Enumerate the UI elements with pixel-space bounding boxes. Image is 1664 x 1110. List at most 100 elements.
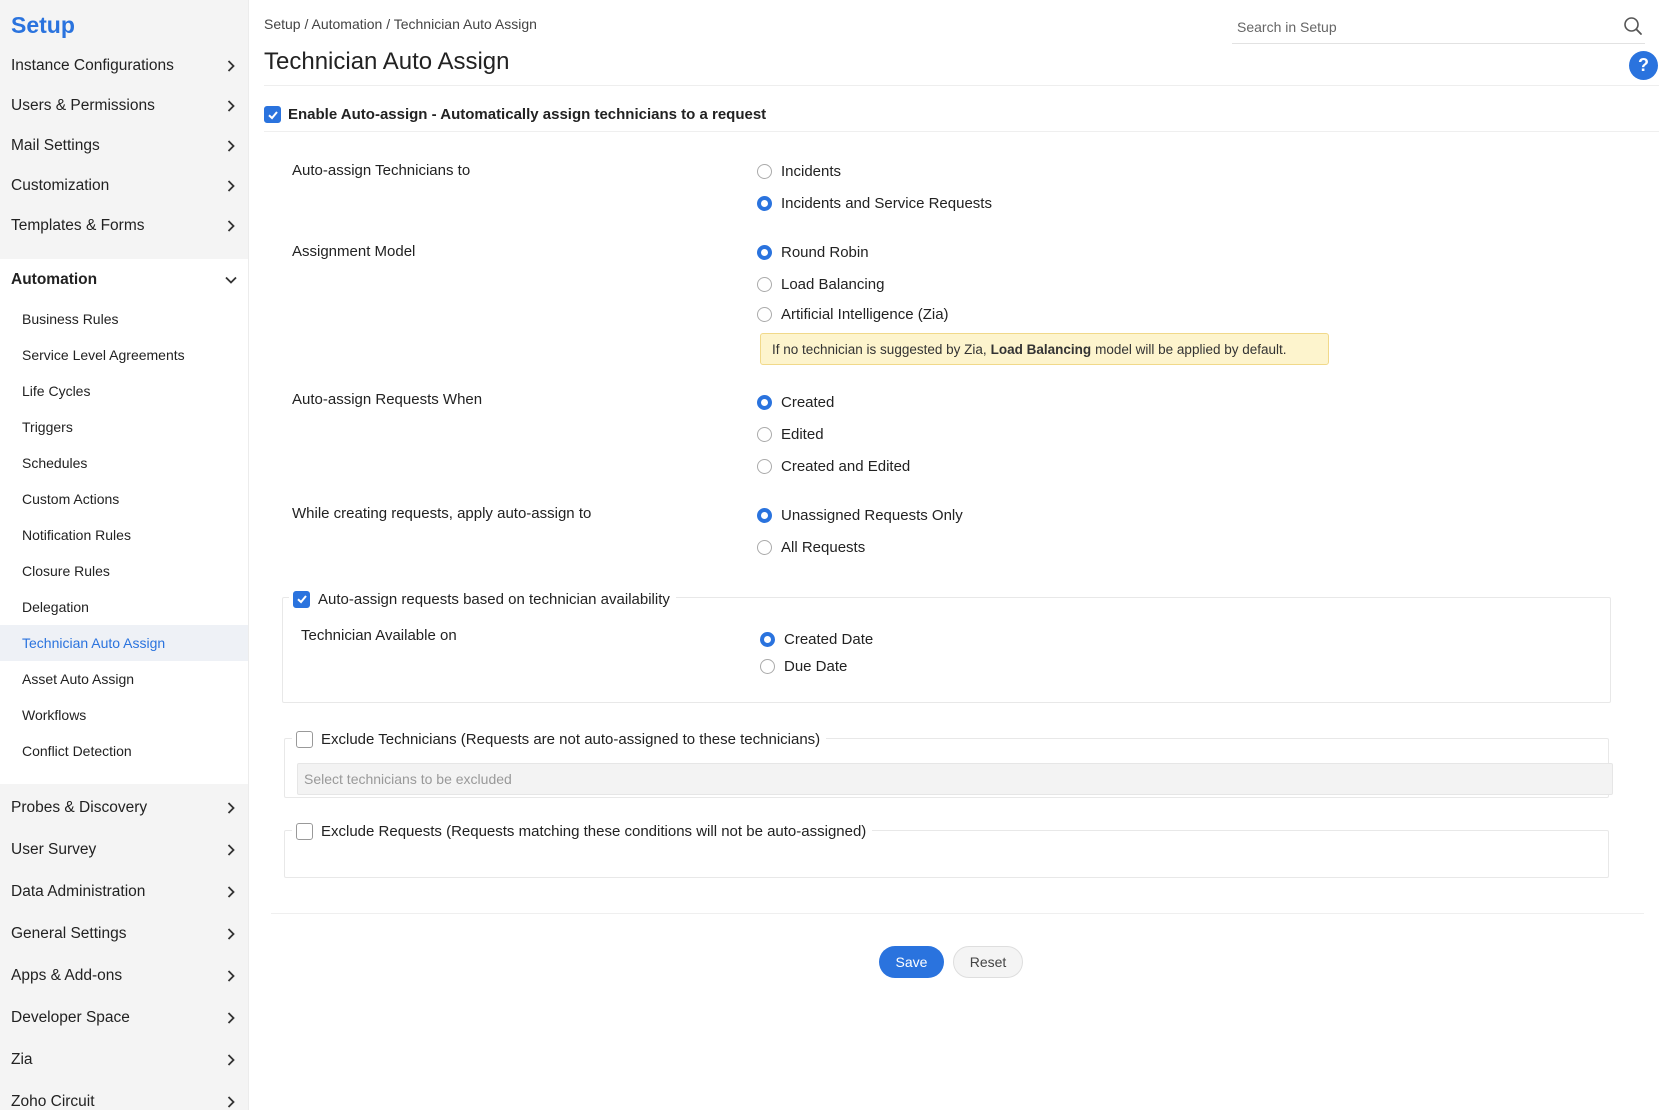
radio-button xyxy=(757,539,772,555)
sidebar-item-templates-forms[interactable]: Templates & Forms xyxy=(0,205,248,247)
chevron-right-icon xyxy=(223,829,239,871)
sidebar-subitem-service-level-agreements[interactable]: Service Level Agreements xyxy=(0,337,248,373)
main-content: Setup / Automation / Technician Auto Ass… xyxy=(249,0,1664,1110)
exclude-technicians-legend: Exclude Technicians (Requests are not au… xyxy=(292,727,827,751)
sidebar-subitem-delegation[interactable]: Delegation xyxy=(0,589,248,625)
sidebar-item-label: Developer Space xyxy=(11,1009,130,1026)
sidebar-item-instance-configurations[interactable]: Instance Configurations xyxy=(0,45,248,87)
sidebar-item-label: Zoho Circuit xyxy=(11,1093,95,1110)
radio-artificial-intelligence-zia[interactable]: Artificial Intelligence (Zia) xyxy=(757,302,949,326)
chevron-right-icon xyxy=(223,125,239,167)
chevron-right-icon xyxy=(223,165,239,207)
sidebar-subitem-conflict-detection[interactable]: Conflict Detection xyxy=(0,733,248,769)
check-icon xyxy=(296,595,307,604)
radio-label: Created and Edited xyxy=(781,457,911,475)
enable-auto-assign-label[interactable]: Enable Auto-assign - Automatically assig… xyxy=(288,106,766,123)
divider xyxy=(271,913,1644,914)
radio-edited[interactable]: Edited xyxy=(757,422,824,446)
sidebar-item-zia[interactable]: Zia xyxy=(0,1039,248,1081)
divider xyxy=(264,85,1659,86)
radio-due-date[interactable]: Due Date xyxy=(760,654,847,678)
sidebar-subitem-schedules[interactable]: Schedules xyxy=(0,445,248,481)
sidebar: Setup Instance Configurations Users & Pe… xyxy=(0,0,249,1110)
sidebar-subitem-asset-auto-assign[interactable]: Asset Auto Assign xyxy=(0,661,248,697)
sidebar-item-label: Users & Permissions xyxy=(11,97,155,114)
technician-available-on-label: Technician Available on xyxy=(301,627,457,644)
radio-button xyxy=(757,163,772,179)
radio-label: Unassigned Requests Only xyxy=(781,506,963,524)
radio-button xyxy=(757,426,772,442)
sidebar-item-probes-discovery[interactable]: Probes & Discovery xyxy=(0,787,248,829)
zia-fallback-note: If no technician is suggested by Zia, Lo… xyxy=(760,333,1329,365)
exclude-technicians-label[interactable]: Exclude Technicians (Requests are not au… xyxy=(321,731,820,748)
sidebar-item-zoho-circuit[interactable]: Zoho Circuit xyxy=(0,1081,248,1110)
assign-to-label: Auto-assign Technicians to xyxy=(292,162,471,179)
exclude-requests-legend: Exclude Requests (Requests matching thes… xyxy=(292,819,873,843)
availability-checkbox[interactable] xyxy=(293,590,310,608)
help-icon[interactable]: ? xyxy=(1629,51,1658,80)
radio-button-selected xyxy=(757,507,772,523)
radio-incidents-and-service-requests[interactable]: Incidents and Service Requests xyxy=(757,191,992,215)
radio-round-robin[interactable]: Round Robin xyxy=(757,240,869,264)
radio-unassigned-requests-only[interactable]: Unassigned Requests Only xyxy=(757,503,963,527)
radio-created-date[interactable]: Created Date xyxy=(760,627,873,651)
sidebar-subitem-triggers[interactable]: Triggers xyxy=(0,409,248,445)
sidebar-item-general-settings[interactable]: General Settings xyxy=(0,913,248,955)
sidebar-subitem-life-cycles[interactable]: Life Cycles xyxy=(0,373,248,409)
chevron-right-icon xyxy=(223,913,239,955)
radio-label: Artificial Intelligence (Zia) xyxy=(781,305,949,323)
radio-button xyxy=(757,306,772,322)
sidebar-item-developer-space[interactable]: Developer Space xyxy=(0,997,248,1039)
search-input[interactable] xyxy=(1232,18,1602,35)
sidebar-subitem-closure-rules[interactable]: Closure Rules xyxy=(0,553,248,589)
divider xyxy=(264,131,1659,132)
sidebar-item-mail-settings[interactable]: Mail Settings xyxy=(0,125,248,167)
sidebar-item-apps-addons[interactable]: Apps & Add-ons xyxy=(0,955,248,997)
save-button[interactable]: Save xyxy=(879,946,944,978)
radio-label: Round Robin xyxy=(781,243,869,261)
sidebar-item-label: Templates & Forms xyxy=(11,217,145,234)
chevron-right-icon xyxy=(223,1039,239,1081)
page-title: Technician Auto Assign xyxy=(264,48,510,75)
chevron-right-icon xyxy=(223,997,239,1039)
enable-auto-assign-checkbox[interactable] xyxy=(264,106,281,123)
radio-created-and-edited[interactable]: Created and Edited xyxy=(757,454,910,478)
exclude-technicians-input[interactable] xyxy=(297,763,1613,795)
radio-button-selected xyxy=(757,244,772,260)
sidebar-subitem-technician-auto-assign[interactable]: Technician Auto Assign xyxy=(0,625,248,661)
availability-label[interactable]: Auto-assign requests based on technician… xyxy=(318,591,670,608)
radio-incidents[interactable]: Incidents xyxy=(757,159,841,183)
sidebar-item-automation[interactable]: Automation xyxy=(0,259,248,301)
sidebar-subitem-business-rules[interactable]: Business Rules xyxy=(0,301,248,337)
chevron-right-icon xyxy=(223,45,239,87)
sidebar-item-customization[interactable]: Customization xyxy=(0,165,248,207)
sidebar-item-data-administration[interactable]: Data Administration xyxy=(0,871,248,913)
chevron-right-icon xyxy=(223,1081,239,1110)
radio-all-requests[interactable]: All Requests xyxy=(757,535,865,559)
exclude-requests-label[interactable]: Exclude Requests (Requests matching thes… xyxy=(321,823,866,840)
sidebar-item-user-survey[interactable]: User Survey xyxy=(0,829,248,871)
reset-button[interactable]: Reset xyxy=(953,946,1023,978)
radio-button xyxy=(760,658,775,674)
radio-label: Due Date xyxy=(784,657,848,675)
availability-section xyxy=(282,597,1611,703)
radio-created[interactable]: Created xyxy=(757,390,834,414)
chevron-right-icon xyxy=(223,205,239,247)
radio-label: Load Balancing xyxy=(781,275,885,293)
radio-button-selected xyxy=(757,195,772,211)
exclude-technicians-checkbox[interactable] xyxy=(296,730,313,748)
chevron-right-icon xyxy=(223,85,239,127)
breadcrumb[interactable]: Setup / Automation / Technician Auto Ass… xyxy=(264,16,537,32)
assignment-model-label: Assignment Model xyxy=(292,243,416,260)
sidebar-item-label: Mail Settings xyxy=(11,137,100,154)
sidebar-subitem-workflows[interactable]: Workflows xyxy=(0,697,248,733)
sidebar-item-users-permissions[interactable]: Users & Permissions xyxy=(0,85,248,127)
chevron-right-icon xyxy=(223,787,239,829)
sidebar-subitem-notification-rules[interactable]: Notification Rules xyxy=(0,517,248,553)
exclude-requests-checkbox[interactable] xyxy=(296,822,313,840)
search-icon[interactable] xyxy=(1623,16,1643,36)
sidebar-item-label: Data Administration xyxy=(11,883,146,900)
requests-when-label: Auto-assign Requests When xyxy=(292,391,483,408)
radio-load-balancing[interactable]: Load Balancing xyxy=(757,272,884,296)
sidebar-subitem-custom-actions[interactable]: Custom Actions xyxy=(0,481,248,517)
